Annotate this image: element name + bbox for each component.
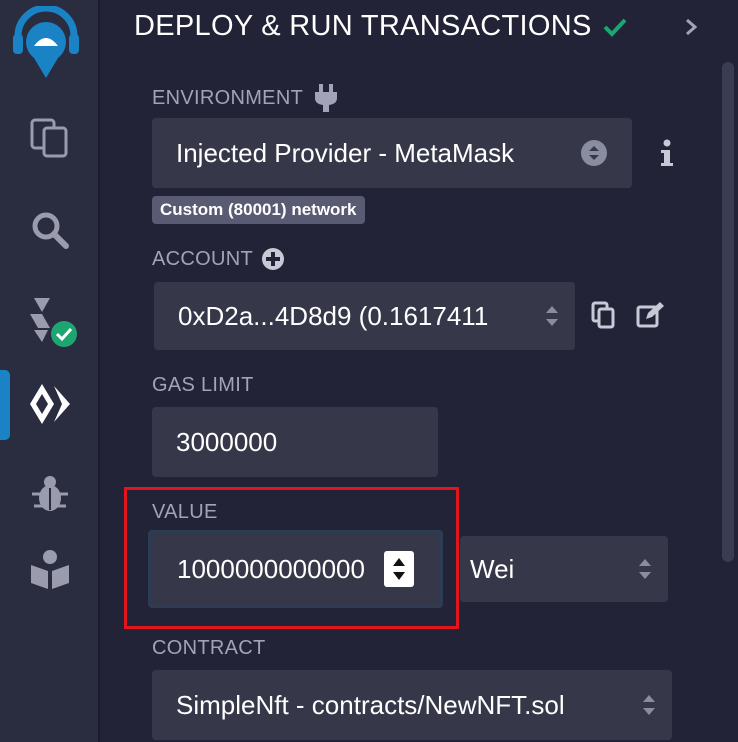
icon-rail xyxy=(0,0,100,742)
gas-limit-input[interactable]: 3000000 xyxy=(152,407,438,477)
highlight-box xyxy=(124,487,459,629)
updown-icon xyxy=(546,306,558,326)
account-value: 0xD2a...4D8d9 (0.1617411 xyxy=(178,300,489,331)
account-select[interactable]: 0xD2a...4D8d9 (0.1617411 xyxy=(154,282,575,350)
file-explorer-icon[interactable] xyxy=(0,106,100,170)
environment-label-text: ENVIRONMENT xyxy=(152,86,304,109)
check-icon xyxy=(603,18,627,37)
updown-icon xyxy=(581,140,607,166)
environment-value: Injected Provider - MetaMask xyxy=(176,137,515,168)
contract-select[interactable]: SimpleNft - contracts/NewNFT.sol xyxy=(152,670,672,740)
plus-circle-icon[interactable] xyxy=(261,247,285,271)
gas-limit-label: GAS LIMIT xyxy=(152,374,254,396)
panel-header: DEPLOY & RUN TRANSACTIONS xyxy=(134,10,628,43)
panel-title: DEPLOY & RUN TRANSACTIONS xyxy=(134,10,592,42)
plug-icon xyxy=(315,84,338,112)
deploy-run-icon[interactable] xyxy=(0,372,100,436)
network-badge: Custom (80001) network xyxy=(152,196,365,224)
account-label: ACCOUNT xyxy=(152,247,285,271)
deploy-run-panel: DEPLOY & RUN TRANSACTIONS ENVIRONMENT In… xyxy=(102,0,738,742)
solidity-compiler-icon[interactable] xyxy=(0,288,100,352)
environment-select[interactable]: Injected Provider - MetaMask xyxy=(152,118,632,188)
learneth-icon[interactable] xyxy=(0,538,100,602)
scrollbar[interactable] xyxy=(722,62,734,562)
value-unit-select[interactable]: Wei xyxy=(460,536,668,602)
value-unit: Wei xyxy=(470,553,515,584)
info-icon[interactable] xyxy=(652,136,682,170)
edit-icon[interactable] xyxy=(634,300,666,330)
search-icon[interactable] xyxy=(0,198,100,262)
account-label-text: ACCOUNT xyxy=(152,247,253,270)
updown-icon xyxy=(639,559,651,579)
gas-limit-value: 3000000 xyxy=(176,426,278,457)
contract-label: CONTRACT xyxy=(152,637,266,659)
contract-value: SimpleNft - contracts/NewNFT.sol xyxy=(176,689,565,720)
remix-logo-icon[interactable] xyxy=(10,4,82,82)
environment-label: ENVIRONMENT xyxy=(152,84,339,112)
debugger-icon[interactable] xyxy=(0,462,100,526)
copy-icon[interactable] xyxy=(588,300,618,330)
updown-icon xyxy=(643,695,655,715)
chevron-right-icon[interactable] xyxy=(680,16,702,38)
